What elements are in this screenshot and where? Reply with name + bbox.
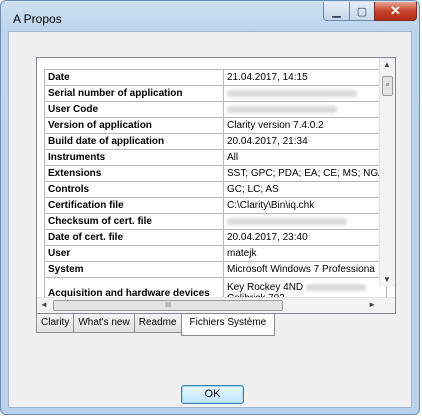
table-row: Extensions SST; GPC; PDA; EA; CE; MS; NGA (44, 165, 387, 182)
scroll-right-icon[interactable]: ► (368, 300, 376, 309)
row-key: Instruments (44, 149, 224, 166)
row-key: Serial number of application (44, 85, 224, 102)
row-key: Extensions (44, 165, 224, 182)
table-row: Instruments All (44, 149, 387, 166)
info-grid: Date 21.04.2017, 14:15 Serial number of a… (44, 69, 387, 309)
vertical-scrollbar[interactable]: ▲ ≡ ▼ (379, 58, 395, 286)
tab-fichiers-systeme[interactable]: Fichiers Système (180, 314, 276, 336)
table-row: Checksum of cert. file (44, 213, 387, 230)
window-title: A Propos (13, 12, 62, 26)
row-value: Microsoft Windows 7 Professiona (223, 261, 387, 278)
row-key: Checksum of cert. file (44, 213, 224, 230)
tab-clarity[interactable]: Clarity (36, 314, 75, 333)
minimize-icon: ▁ (332, 5, 341, 18)
about-dialog: A Propos ▁ ▢ ✕ Date 21.04.2017, 14:15 Ser… (0, 0, 420, 415)
minimize-button[interactable]: ▁ (323, 2, 350, 21)
table-row: User Code (44, 101, 387, 118)
scroll-down-icon[interactable]: ▼ (383, 275, 391, 284)
row-value (223, 101, 387, 118)
redacted-value (227, 217, 347, 225)
horizontal-scrollbar[interactable]: ◄ III ► (37, 297, 395, 313)
row-value: 20.04.2017, 21:34 (223, 133, 387, 150)
redacted-value (227, 105, 337, 113)
table-row: System Microsoft Windows 7 Professiona (44, 261, 387, 278)
row-key: Certification file (44, 197, 224, 214)
row-key: System (44, 261, 224, 278)
tab-strip: Clarity What's new Readme Fichiers Systè… (36, 314, 276, 336)
close-button[interactable]: ✕ (374, 2, 417, 21)
row-value: 21.04.2017, 14:15 (223, 69, 387, 86)
table-row: Controls GC; LC; AS (44, 181, 387, 198)
ok-button[interactable]: OK (181, 385, 244, 404)
scroll-up-icon[interactable]: ▲ (383, 60, 391, 69)
table-row: Date of cert. file 20.04.2017, 23:40 (44, 229, 387, 246)
device-line-1: Key Rockey 4ND (227, 282, 304, 293)
row-value (223, 213, 387, 230)
scroll-left-icon[interactable]: ◄ (40, 300, 48, 309)
redacted-value (305, 283, 366, 291)
tab-whats-new[interactable]: What's new (73, 314, 135, 333)
row-value: All (223, 149, 387, 166)
horizontal-scroll-thumb[interactable]: III (53, 300, 283, 311)
maximize-icon: ▢ (356, 5, 368, 18)
close-icon: ✕ (390, 3, 401, 18)
row-key: Controls (44, 181, 224, 198)
table-row: Serial number of application (44, 85, 387, 102)
row-value: GC; LC; AS (223, 181, 387, 198)
row-value (223, 85, 387, 102)
maximize-button[interactable]: ▢ (349, 2, 375, 21)
row-value: 20.04.2017, 23:40 (223, 229, 387, 246)
tab-readme[interactable]: Readme (133, 314, 182, 333)
table-row: User matejk (44, 245, 387, 262)
row-value: C:\Clarity\Bin\iq.chk (223, 197, 387, 214)
row-value: Clarity version 7.4.0.2 (223, 117, 387, 134)
vertical-scroll-thumb[interactable]: ≡ (382, 76, 393, 96)
row-key: Date (44, 69, 224, 86)
tab-page-fichiers-systeme: Date 21.04.2017, 14:15 Serial number of a… (36, 57, 396, 314)
row-value: SST; GPC; PDA; EA; CE; MS; NGA (223, 165, 387, 182)
row-key: Date of cert. file (44, 229, 224, 246)
row-key: Version of application (44, 117, 224, 134)
redacted-value (227, 89, 357, 97)
row-value: matejk (223, 245, 387, 262)
table-row: Build date of application 20.04.2017, 21:… (44, 133, 387, 150)
row-key: Build date of application (44, 133, 224, 150)
row-key: User Code (44, 101, 224, 118)
row-key: User (44, 245, 224, 262)
table-row: Date 21.04.2017, 14:15 (44, 69, 387, 86)
table-row: Certification file C:\Clarity\Bin\iq.chk (44, 197, 387, 214)
table-row: Version of application Clarity version 7.… (44, 117, 387, 134)
